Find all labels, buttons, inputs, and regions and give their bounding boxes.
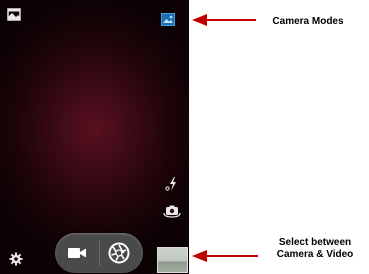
panorama-icon[interactable] bbox=[7, 8, 21, 21]
flash-icon[interactable] bbox=[164, 176, 180, 192]
select-camera-video-label: Select between Camera & Video bbox=[262, 237, 368, 261]
camera-video-switcher[interactable] bbox=[55, 233, 143, 273]
shutter-icon[interactable] bbox=[108, 242, 130, 264]
camera-modes-label: Camera Modes bbox=[272, 16, 344, 27]
gallery-thumbnail[interactable] bbox=[157, 247, 188, 273]
select-label-line2: Camera & Video bbox=[276, 249, 354, 260]
switch-camera-icon[interactable] bbox=[163, 202, 181, 218]
select-label-line1: Select between bbox=[278, 237, 352, 248]
settings-icon[interactable] bbox=[9, 252, 23, 266]
video-camera-icon[interactable] bbox=[67, 245, 87, 261]
select-camera-video-arrow bbox=[192, 250, 258, 262]
camera-mode-icon[interactable] bbox=[161, 13, 175, 26]
switcher-divider bbox=[99, 240, 100, 266]
camera-modes-arrow bbox=[192, 14, 256, 26]
camera-viewfinder bbox=[0, 0, 189, 274]
